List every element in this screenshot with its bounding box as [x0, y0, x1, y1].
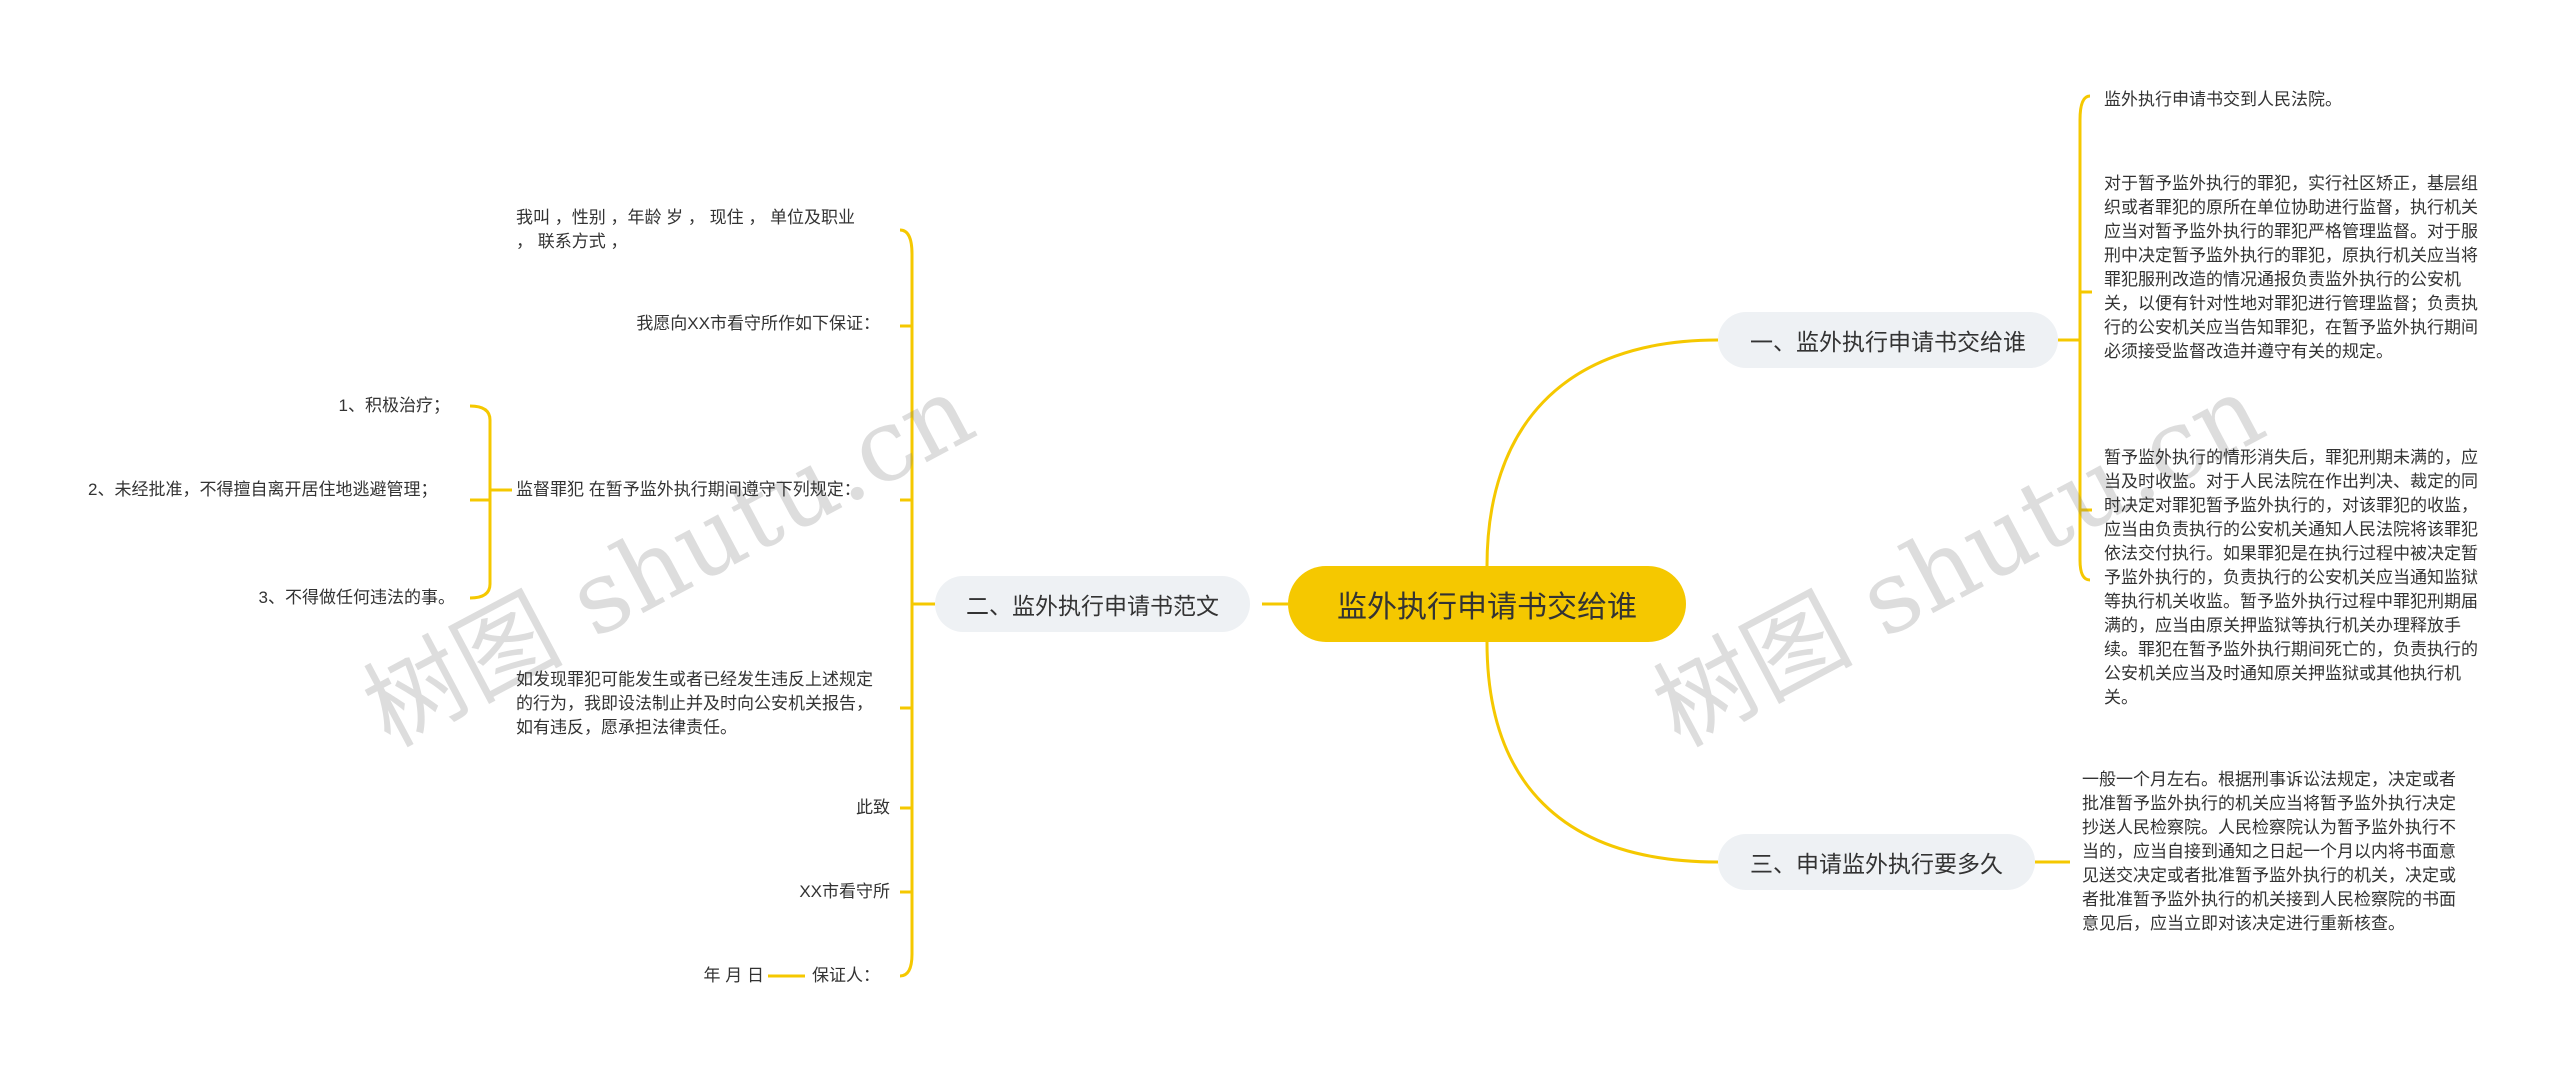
branch-label: 三、申请监外执行要多久: [1750, 851, 2003, 877]
branch-node-2[interactable]: 二、监外执行申请书范文: [935, 576, 1250, 632]
leaf-text: 此致: [856, 798, 890, 817]
root-node[interactable]: 监外执行申请书交给谁: [1288, 566, 1686, 642]
sub-leaf-text: 3、不得做任何违法的事。: [258, 588, 455, 607]
sub-leaf-text: 2、未经批准，不得擅自离开居住地逃避管理；: [88, 480, 438, 499]
leaf-text: 我叫 ，性别 ，年龄 岁 ， 现住 ， 单位及职业 ， 联系方式 ，: [516, 208, 856, 251]
leaf-text: 监督罪犯 在暂予监外执行期间遵守下列规定：: [516, 480, 861, 499]
branch-label: 二、监外执行申请书范文: [966, 593, 1219, 619]
branch-node-1[interactable]: 一、监外执行申请书交给谁: [1718, 312, 2058, 368]
leaf-text: XX市看守所: [799, 882, 890, 901]
sub-leaf-text: 1、积极治疗；: [338, 396, 450, 415]
leaf-text: 暂予监外执行的情形消失后，罪犯刑期未满的，应当及时收监。对于人民法院在作出判决、…: [2104, 448, 2478, 707]
leaf-text: 年 月 日: [703, 966, 764, 985]
root-label: 监外执行申请书交给谁: [1337, 591, 1637, 624]
leaf-text: 一般一个月左右。根据刑事诉讼法规定，决定或者批准暂予监外执行的机关应当将暂予监外…: [2082, 770, 2456, 933]
leaf-text: 对于暂予监外执行的罪犯，实行社区矫正，基层组织或者罪犯的原所在单位协助进行监督，…: [2104, 174, 2478, 361]
leaf-text: 我愿向XX市看守所作如下保证：: [636, 314, 880, 333]
leaf-text: 如发现罪犯可能发生或者已经发生违反上述规定的行为，我即设法制止并及时向公安机关报…: [516, 670, 873, 737]
branch-node-3[interactable]: 三、申请监外执行要多久: [1718, 834, 2035, 890]
leaf-text: 保证人：: [812, 966, 880, 985]
branch-label: 一、监外执行申请书交给谁: [1750, 329, 2026, 355]
leaf-text: 监外执行申请书交到人民法院。: [2104, 90, 2342, 109]
